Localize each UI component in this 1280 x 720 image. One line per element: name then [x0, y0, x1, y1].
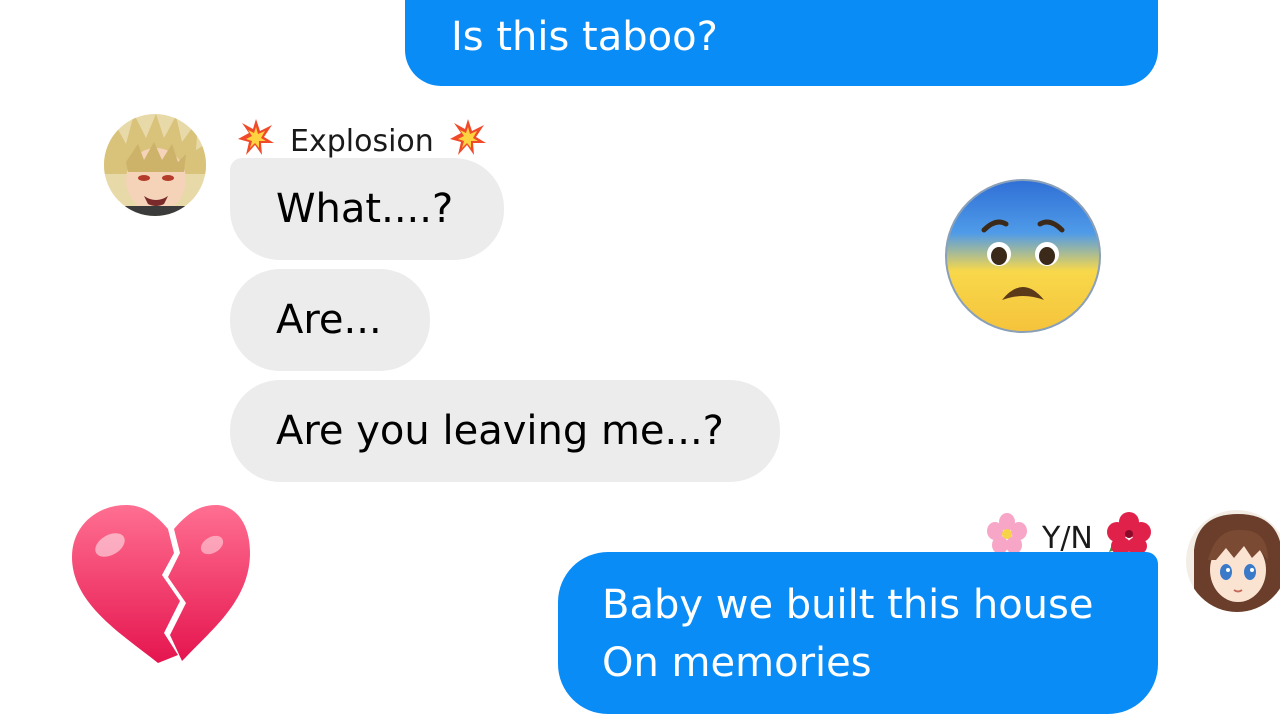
contact-avatar[interactable]: [104, 114, 206, 216]
user-avatar[interactable]: [1186, 510, 1280, 612]
incoming-message-bubble[interactable]: What....?: [230, 158, 504, 260]
incoming-message-bubble[interactable]: Are...: [230, 269, 430, 371]
message-text-line: On memories: [602, 640, 872, 686]
message-text: Are you leaving me...?: [276, 408, 724, 454]
spiky-blond-avatar-icon: [104, 114, 206, 216]
contact-name: Explosion: [290, 123, 434, 159]
broken-heart-icon: [70, 505, 252, 669]
incoming-message-bubble[interactable]: Are you leaving me...?: [230, 380, 780, 482]
outgoing-message-bubble[interactable]: Is this taboo?: [405, 0, 1158, 86]
message-text-line: Baby we built this house: [602, 582, 1094, 628]
message-text-line: Is this taboo?: [451, 14, 718, 60]
anxious-face-icon: [944, 178, 1102, 338]
message-text: Are...: [276, 297, 382, 343]
outgoing-message-bubble[interactable]: Baby we built this house On memories: [558, 552, 1158, 714]
anime-girl-avatar-icon: [1186, 510, 1280, 612]
message-text: What....?: [276, 186, 454, 232]
